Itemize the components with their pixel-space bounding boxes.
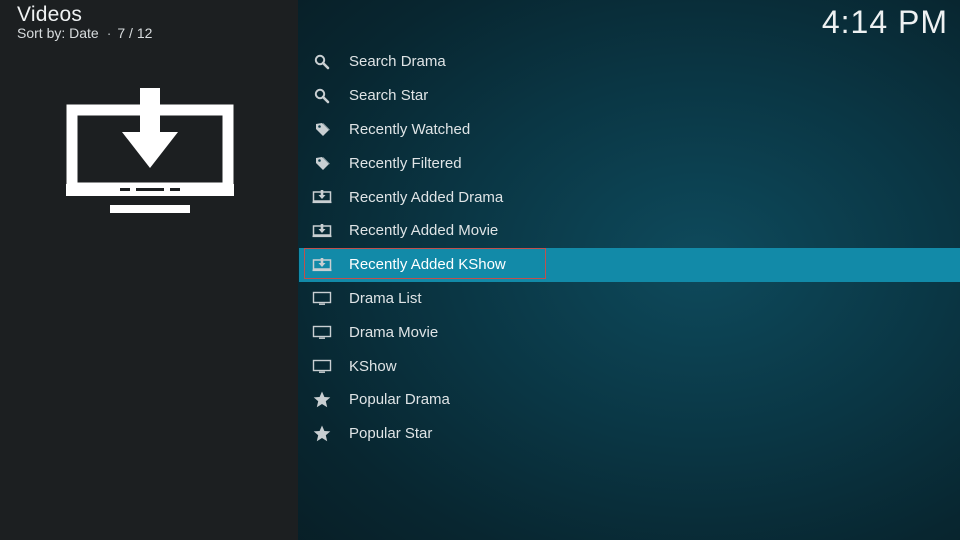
monitor-icon [310,289,334,307]
download-to-monitor-icon [66,86,234,213]
menu-item-label: Search Drama [349,53,446,71]
item-position: 7 / 12 [117,25,153,41]
menu-item-popular-drama[interactable]: Popular Drama [299,383,960,417]
menu-item-label: Drama Movie [349,323,439,341]
monitor-icon [310,357,334,375]
left-info-panel: Videos Sort by: Date · 7 / 12 [0,0,298,540]
menu-item-search-drama[interactable]: Search Drama [299,45,960,79]
menu-item-label: Drama List [349,289,422,307]
tag-icon [310,120,334,138]
search-icon [310,87,334,105]
menu-item-popular-star[interactable]: Popular Star [299,417,960,451]
menu-item-label: Popular Drama [349,391,450,409]
menu-item-drama-list[interactable]: Drama List [299,282,960,316]
tag-icon [310,154,334,172]
focus-highlight-box [304,247,546,279]
download-monitor-icon [310,222,334,240]
star-icon [310,391,334,409]
menu-item-recently-added-kshow[interactable]: Recently Added KShow [299,247,960,282]
menu-item-label: Recently Watched [349,120,471,138]
menu-item-search-star[interactable]: Search Star [299,79,960,113]
menu-item-label: KShow [349,357,397,375]
menu-item-label: Popular Star [349,425,433,443]
kodi-video-screen: Videos Sort by: Date · 7 / 12 4:14 PM Sear… [0,0,960,540]
separator-dot: · [106,25,112,41]
menu-item-label: Recently Filtered [349,154,462,172]
search-icon [310,53,334,71]
menu-item-label: Recently Added Drama [349,188,504,206]
page-title: Videos [17,3,83,26]
menu-item-label: Search Star [349,87,429,105]
menu-item-kshow[interactable]: KShow [299,349,960,383]
clock: 4:14 PM [821,4,948,40]
menu-item-drama-movie[interactable]: Drama Movie [299,315,960,349]
download-monitor-icon [310,188,334,206]
star-icon [310,425,334,443]
menu-item-recently-filtered[interactable]: Recently Filtered [299,146,960,180]
menu-item-label: Recently Added Movie [349,222,499,240]
menu-item-recently-added-drama[interactable]: Recently Added Drama [299,180,960,214]
menu-item-recently-watched[interactable]: Recently Watched [299,113,960,147]
menu-list: Search Drama Search Star Recently Watched R… [299,45,960,451]
sort-info: Sort by: Date · 7 / 12 [17,25,152,41]
menu-item-recently-added-movie[interactable]: Recently Added Movie [299,214,960,248]
sort-label: Sort by: Date [17,25,99,41]
monitor-icon [310,323,334,341]
